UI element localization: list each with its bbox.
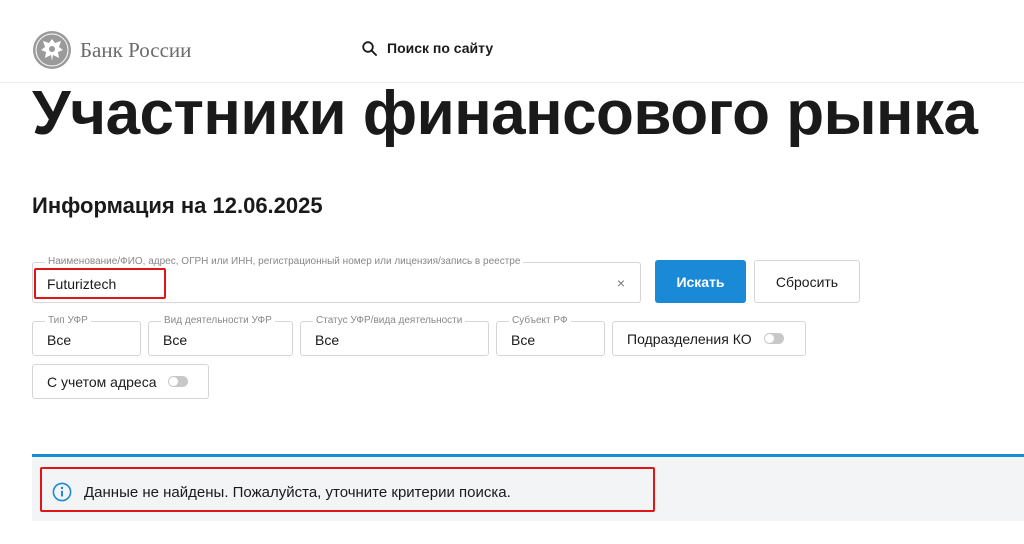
filter-activity-label: Вид деятельности УФР [161,315,275,327]
filter-status-value: Все [315,332,340,348]
site-search-link[interactable]: Поиск по сайту [362,40,493,56]
bank-logo[interactable]: Банк России [32,30,191,70]
search-icon [362,40,377,56]
clear-icon[interactable]: × [617,275,625,291]
with-address-toggle[interactable]: С учетом адреса [32,364,209,399]
info-icon [52,482,72,502]
filter-type-select[interactable]: Тип УФР Все [32,315,141,356]
with-address-label: С учетом адреса [47,373,157,390]
filter-activity-select[interactable]: Вид деятельности УФР Все [148,315,293,356]
site-search-label: Поиск по сайту [387,40,494,56]
search-button[interactable]: Искать [655,260,746,303]
filter-subject-value: Все [511,332,536,348]
filter-type-value: Все [47,332,72,348]
no-results-text: Данные не найдены. Пожалуйста, уточните … [84,483,511,501]
filter-status-label: Статус УФР/вида деятельности [313,315,466,327]
info-date: Информация на 12.06.2025 [32,193,323,218]
page-title: Участники финансового рынка [32,79,978,148]
reset-button[interactable]: Сбросить [754,260,860,303]
filter-type-label: Тип УФР [45,315,91,327]
logo-text: Банк России [80,37,192,62]
no-results-message: Данные не найдены. Пожалуйста, уточните … [52,482,511,502]
main-search-value: Futuriztech [47,276,117,292]
main-search-input[interactable]: Наименование/ФИО, адрес, ОГРН или ИНН, р… [32,256,641,303]
filter-subject-select[interactable]: Субъект РФ Все [496,315,605,356]
main-search-label: Наименование/ФИО, адрес, ОГРН или ИНН, р… [45,256,524,268]
ko-divisions-switch[interactable] [763,333,784,344]
with-address-switch[interactable] [168,376,189,387]
filter-subject-label: Субъект РФ [509,315,571,327]
filter-status-select[interactable]: Статус УФР/вида деятельности Все [300,315,489,356]
ko-divisions-label: Подразделения КО [627,330,752,347]
eagle-emblem-icon [33,31,71,69]
filter-activity-value: Все [163,332,188,348]
ko-divisions-toggle[interactable]: Подразделения КО [612,321,806,356]
